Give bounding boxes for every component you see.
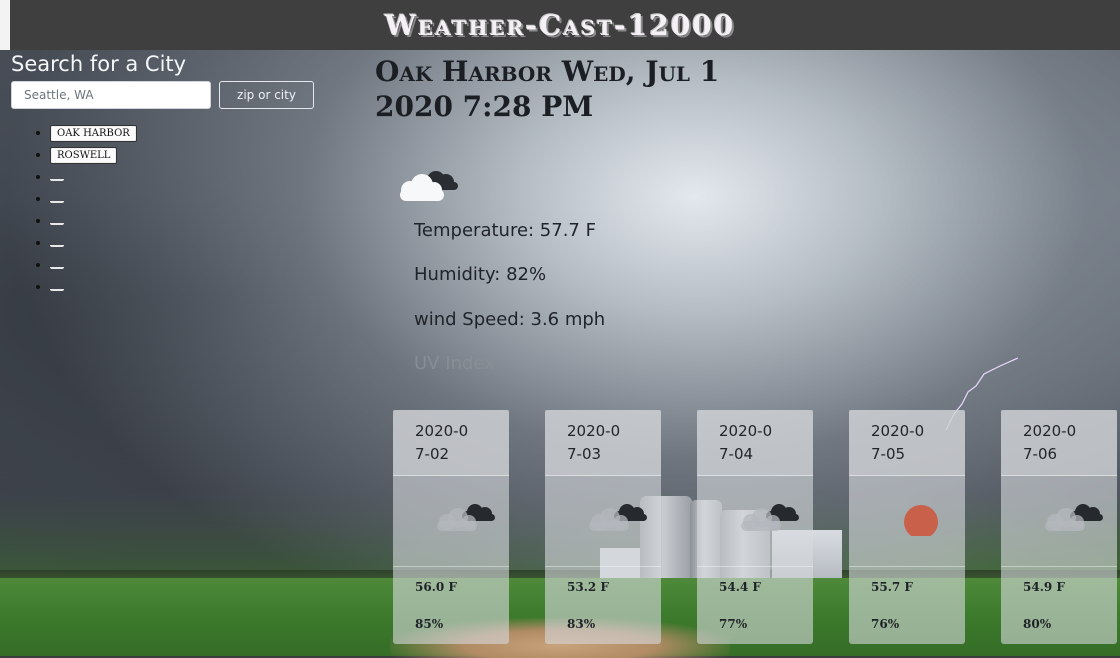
cloudy-icon <box>741 504 799 531</box>
forecast-card-header: 2020-07-05 <box>849 410 965 476</box>
forecast-date: 2020-07-04 <box>719 422 773 463</box>
forecast-card: 2020-07-03 53.2 F 83% <box>545 410 661 644</box>
forecast-humidity: 77% <box>719 617 748 631</box>
current-temperature: Temperature: 57.7 F <box>414 220 596 241</box>
forecast-humidity: 80% <box>1023 617 1052 631</box>
forecast-card-header: 2020-07-02 <box>393 410 509 476</box>
card-divider <box>545 566 661 567</box>
current-city-date: Oak Harbor Wed, Jul 1 2020 7:28 PM <box>375 55 720 123</box>
card-divider <box>697 566 813 567</box>
forecast-card-header: 2020-07-03 <box>545 410 661 476</box>
list-item <box>50 187 137 209</box>
city-button-roswell[interactable]: ROSWELL <box>50 147 118 164</box>
saved-cities-list: OAK HARBOR ROSWELL <box>30 121 137 297</box>
current-wind-speed: wind Speed: 3.6 mph <box>414 309 606 330</box>
forecast-date: 2020-07-06 <box>1023 422 1077 463</box>
list-item <box>50 165 137 187</box>
city-button-oak-harbor[interactable]: OAK HARBOR <box>50 125 137 142</box>
card-divider <box>1001 566 1117 567</box>
forecast-humidity: 83% <box>567 617 596 631</box>
forecast-card-header: 2020-07-06 <box>1001 410 1117 476</box>
city-button-empty[interactable] <box>50 195 64 203</box>
forecast-humidity: 76% <box>871 617 900 631</box>
current-uv-index: UV Index <box>414 353 495 374</box>
forecast-temp: 53.2 F <box>567 580 609 594</box>
app-title: Weather-Cast-12000 <box>384 8 736 42</box>
city-button-empty[interactable] <box>50 283 64 291</box>
city-button-empty[interactable] <box>50 261 64 269</box>
search-button[interactable]: zip or city <box>219 81 314 109</box>
forecast-card: 2020-07-06 54.9 F 80% <box>1001 410 1117 644</box>
cloudy-icon <box>1045 504 1103 531</box>
current-humidity: Humidity: 82% <box>414 264 547 285</box>
forecast-humidity: 85% <box>415 617 444 631</box>
list-item <box>50 253 137 275</box>
list-item: OAK HARBOR <box>50 121 137 143</box>
city-button-empty[interactable] <box>50 239 64 247</box>
city-search-input[interactable] <box>11 81 211 109</box>
list-item <box>50 209 137 231</box>
forecast-card: 2020-07-02 56.0 F 85% <box>393 410 509 644</box>
card-divider <box>393 566 509 567</box>
forecast-temp: 54.9 F <box>1023 580 1065 594</box>
cloudy-icon <box>589 504 647 531</box>
forecast-date: 2020-07-03 <box>567 422 621 463</box>
forecast-date: 2020-07-02 <box>415 422 469 463</box>
cloudy-icon <box>437 504 495 531</box>
forecast-temp: 54.4 F <box>719 580 761 594</box>
sun-icon <box>904 505 938 536</box>
forecast-temp: 56.0 F <box>415 580 457 594</box>
forecast-card: 2020-07-04 54.4 F 77% <box>697 410 813 644</box>
header-edge <box>0 0 10 50</box>
list-item: ROSWELL <box>50 143 137 165</box>
list-item <box>50 275 137 297</box>
forecast-date: 2020-07-05 <box>871 422 925 463</box>
forecast-card: 2020-07-05 55.7 F 76% <box>849 410 965 644</box>
cloudy-icon <box>400 171 458 201</box>
list-item <box>50 231 137 253</box>
forecast-card-header: 2020-07-04 <box>697 410 813 476</box>
city-button-empty[interactable] <box>50 173 64 181</box>
city-button-empty[interactable] <box>50 217 64 225</box>
forecast-temp: 55.7 F <box>871 580 913 594</box>
app-header: Weather-Cast-12000 <box>0 0 1120 50</box>
card-divider <box>849 566 965 567</box>
search-heading: Search for a City <box>11 52 187 76</box>
